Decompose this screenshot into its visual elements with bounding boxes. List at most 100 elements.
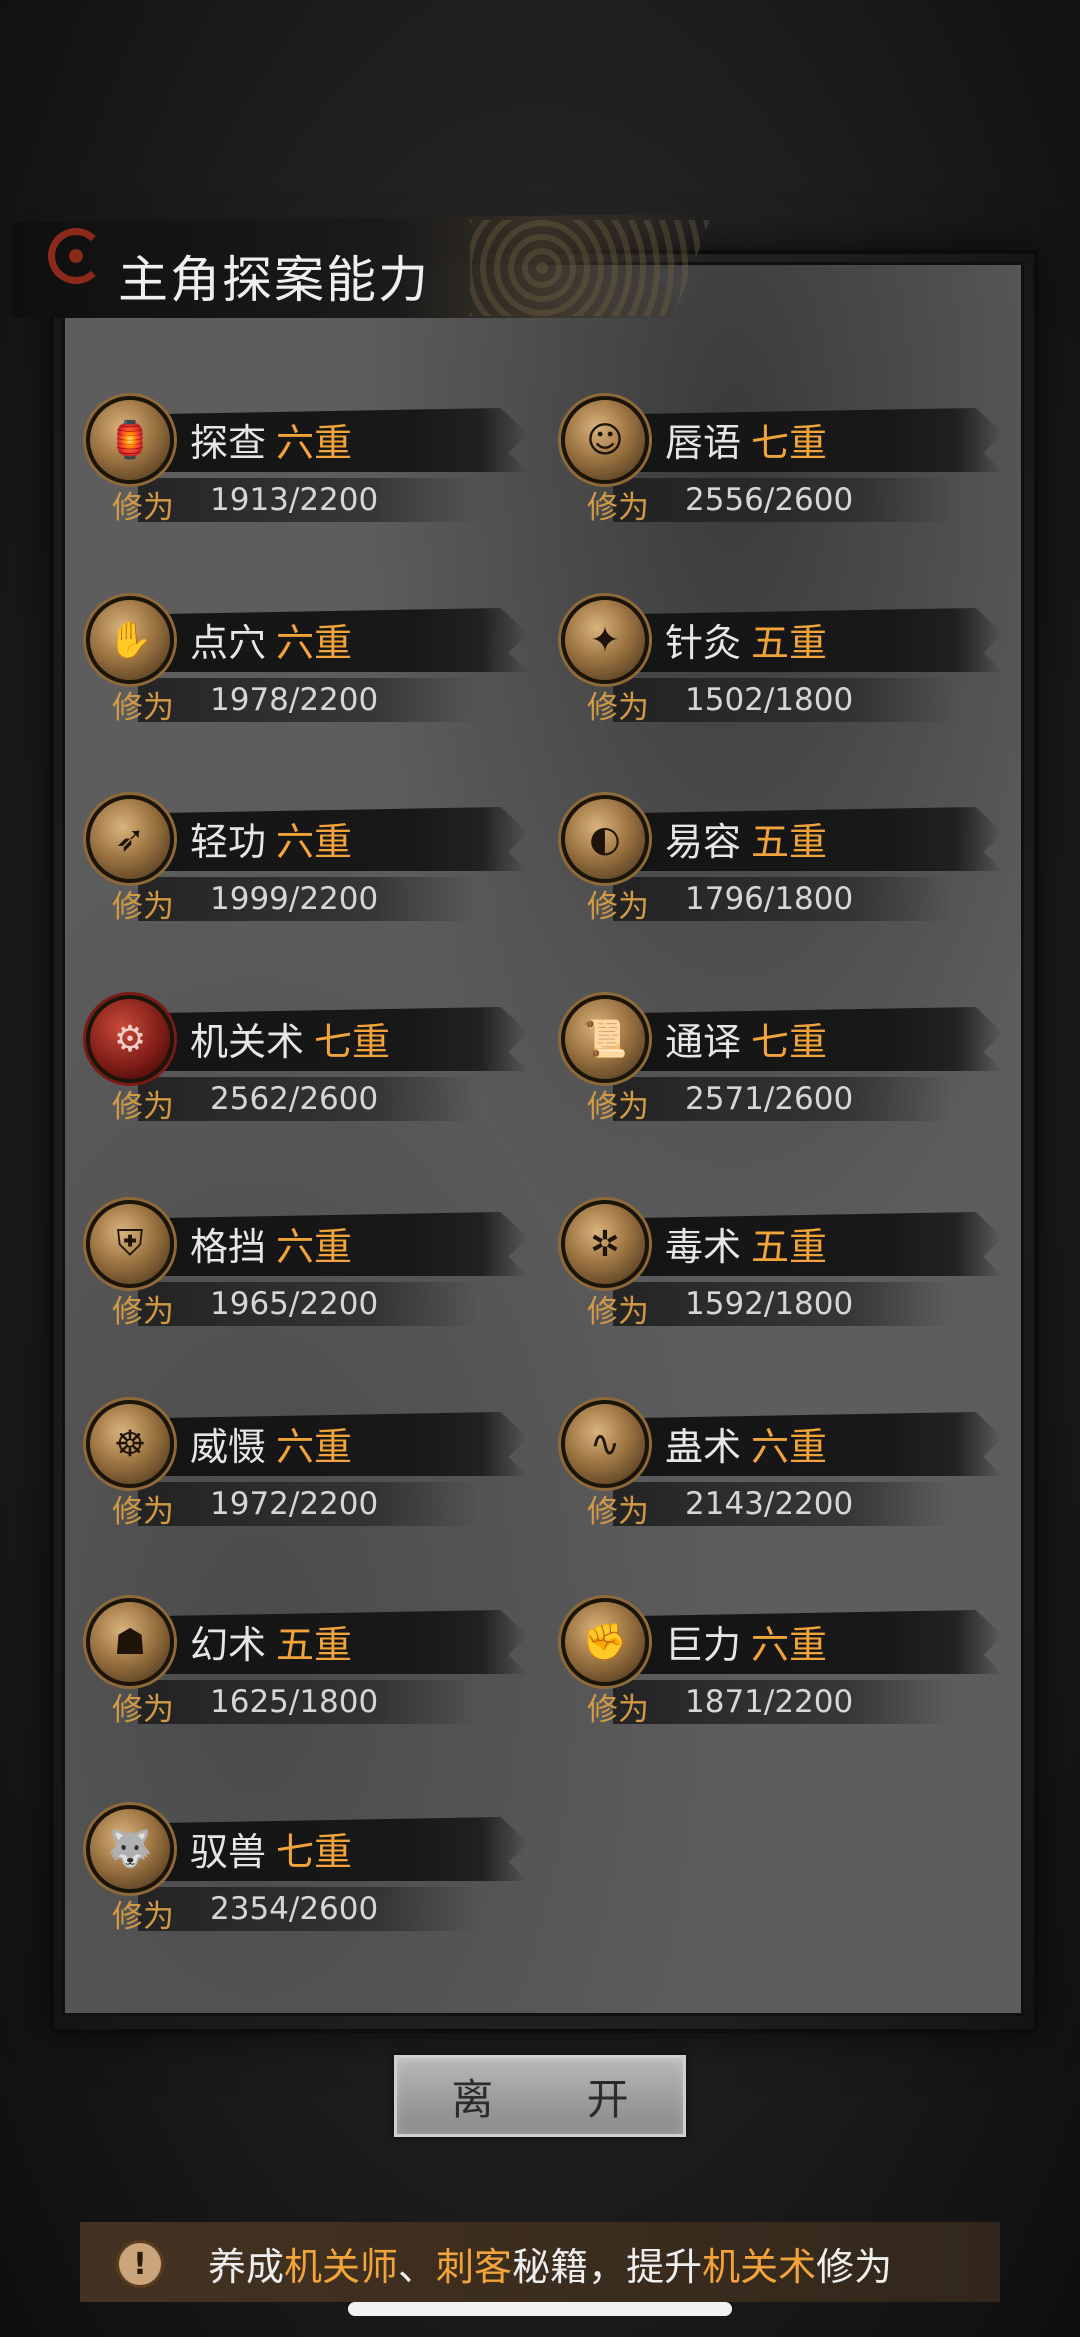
skill-level: 七重 <box>751 1020 828 1064</box>
skill-name: 巨力 <box>665 1623 742 1667</box>
hooded-figure-icon: ☗ <box>86 1598 174 1686</box>
progress-label: 修为 <box>112 889 174 925</box>
beast-icon: 🐺 <box>86 1805 174 1893</box>
progress-label: 修为 <box>587 690 649 726</box>
skill-level: 七重 <box>276 1830 353 1874</box>
progress-value: 1592/1800 <box>685 1286 854 1322</box>
skill-item[interactable]: ☗ 幻术 五重 修为 1625/1800 <box>86 1598 528 1738</box>
skill-item[interactable]: ◐ 易容 五重 修为 1796/1800 <box>561 795 1003 935</box>
progress-label: 修为 <box>112 1899 174 1935</box>
progress-label: 修为 <box>587 889 649 925</box>
progress-label: 修为 <box>112 1494 174 1530</box>
spider-icon: ✲ <box>561 1200 649 1288</box>
skill-level: 六重 <box>751 1623 828 1667</box>
pressure-point-icon: ✋ <box>86 596 174 684</box>
progress-value: 1625/1800 <box>210 1684 379 1720</box>
gu-worm-icon: ∿ <box>561 1400 649 1488</box>
page-title: 主角探案能力 <box>118 251 430 309</box>
intimidate-icon: ☸ <box>86 1400 174 1488</box>
progress-value: 1796/1800 <box>685 881 854 917</box>
progress-value: 1972/2200 <box>210 1486 379 1522</box>
skill-item[interactable]: 📜 通译 七重 修为 2571/2600 <box>561 995 1003 1135</box>
progress-value: 2143/2200 <box>685 1486 854 1522</box>
skill-item[interactable]: ∿ 蛊术 六重 修为 2143/2200 <box>561 1400 1003 1540</box>
skill-level: 五重 <box>276 1623 353 1667</box>
skill-name: 唇语 <box>665 421 742 465</box>
skill-name: 易容 <box>665 820 742 864</box>
progress-value: 1871/2200 <box>685 1684 854 1720</box>
fist-icon: ✊ <box>561 1598 649 1686</box>
progress-value: 2562/2600 <box>210 1081 379 1117</box>
mask-icon: ☺ <box>561 396 649 484</box>
skill-item[interactable]: ✋ 点穴 六重 修为 1978/2200 <box>86 596 528 736</box>
progress-label: 修为 <box>587 1692 649 1728</box>
skill-name: 机关术 <box>190 1020 305 1064</box>
skill-name: 毒术 <box>665 1225 742 1269</box>
needle-icon: ✦ <box>561 596 649 684</box>
skill-item[interactable]: ⚙ 机关术 七重 修为 2562/2600 <box>86 995 528 1135</box>
progress-value: 1978/2200 <box>210 682 379 718</box>
lantern-icon: 🏮 <box>86 396 174 484</box>
skill-name: 蛊术 <box>665 1425 742 1469</box>
skill-level: 六重 <box>751 1425 828 1469</box>
skill-name: 驭兽 <box>190 1830 267 1874</box>
progress-label: 修为 <box>587 1294 649 1330</box>
mechanism-icon: ⚙ <box>86 995 174 1083</box>
progress-label: 修为 <box>112 1294 174 1330</box>
leave-button[interactable]: 离 开 <box>394 2055 686 2137</box>
skill-item[interactable]: ✦ 针灸 五重 修为 1502/1800 <box>561 596 1003 736</box>
progress-value: 1965/2200 <box>210 1286 379 1322</box>
block-icon: ⛨ <box>86 1200 174 1288</box>
skill-item[interactable]: ➶ 轻功 六重 修为 1999/2200 <box>86 795 528 935</box>
game-logo-icon <box>48 228 104 284</box>
progress-label: 修为 <box>112 690 174 726</box>
home-indicator[interactable] <box>348 2302 732 2316</box>
skill-name: 点穴 <box>190 621 267 665</box>
skill-item[interactable]: ☸ 威慑 六重 修为 1972/2200 <box>86 1400 528 1540</box>
progress-label: 修为 <box>112 1692 174 1728</box>
skill-item[interactable]: ☺ 唇语 七重 修为 2556/2600 <box>561 396 1003 536</box>
tip-highlight-mechanist: 机关师 <box>284 2245 399 2289</box>
progress-label: 修为 <box>112 490 174 526</box>
skill-level: 六重 <box>276 1225 353 1269</box>
skill-name: 针灸 <box>665 621 742 665</box>
leap-icon: ➶ <box>86 795 174 883</box>
skill-level: 六重 <box>276 421 353 465</box>
skill-level: 六重 <box>276 820 353 864</box>
progress-value: 2571/2600 <box>685 1081 854 1117</box>
skill-item[interactable]: ✲ 毒术 五重 修为 1592/1800 <box>561 1200 1003 1340</box>
skill-level: 五重 <box>751 621 828 665</box>
skill-name: 威慑 <box>190 1425 267 1469</box>
tip-text: 养成机关师、刺客秘籍，提升机关术修为 <box>208 2245 893 2289</box>
skill-name: 通译 <box>665 1020 742 1064</box>
progress-label: 修为 <box>587 490 649 526</box>
skill-level: 五重 <box>751 820 828 864</box>
progress-value: 2354/2600 <box>210 1891 379 1927</box>
skill-level: 六重 <box>276 1425 353 1469</box>
skill-level: 六重 <box>276 621 353 665</box>
title-ornament <box>470 220 710 316</box>
skill-item[interactable]: ⛨ 格挡 六重 修为 1965/2200 <box>86 1200 528 1340</box>
skill-level: 七重 <box>314 1020 391 1064</box>
progress-label: 修为 <box>587 1494 649 1530</box>
skill-level: 七重 <box>751 421 828 465</box>
skill-item[interactable]: 🐺 驭兽 七重 修为 2354/2600 <box>86 1805 528 1945</box>
skill-name: 探查 <box>190 421 267 465</box>
skill-item[interactable]: 🏮 探查 六重 修为 1913/2200 <box>86 396 528 536</box>
tip-highlight-mechanism: 机关术 <box>702 2245 817 2289</box>
tip-highlight-assassin: 刺客 <box>436 2245 513 2289</box>
progress-value: 1999/2200 <box>210 881 379 917</box>
skill-item[interactable]: ✊ 巨力 六重 修为 1871/2200 <box>561 1598 1003 1738</box>
skill-name: 轻功 <box>190 820 267 864</box>
skill-name: 幻术 <box>190 1623 267 1667</box>
progress-value: 1502/1800 <box>685 682 854 718</box>
skill-name: 格挡 <box>190 1225 267 1269</box>
alert-icon: ! <box>116 2240 164 2288</box>
skill-level: 五重 <box>751 1225 828 1269</box>
progress-value: 1913/2200 <box>210 482 379 518</box>
progress-label: 修为 <box>112 1089 174 1125</box>
progress-value: 2556/2600 <box>685 482 854 518</box>
disguise-icon: ◐ <box>561 795 649 883</box>
progress-label: 修为 <box>587 1089 649 1125</box>
scroll-icon: 📜 <box>561 995 649 1083</box>
